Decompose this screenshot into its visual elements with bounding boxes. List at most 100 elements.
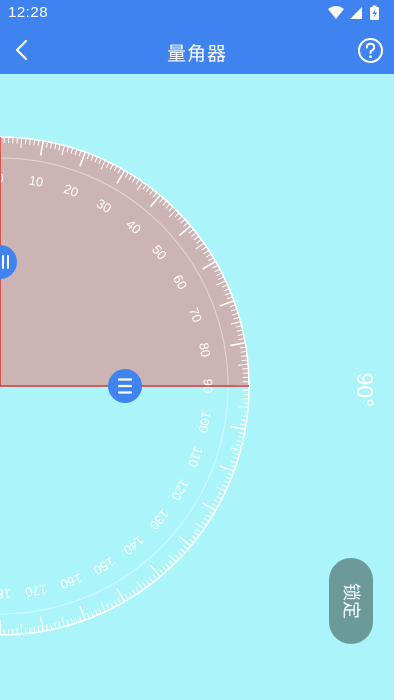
protractor-tick	[136, 581, 144, 591]
protractor-tick	[177, 551, 183, 557]
status-time: 12:28	[8, 4, 49, 21]
protractor-tick	[37, 625, 40, 632]
help-button[interactable]	[357, 37, 384, 64]
protractor-tick	[183, 545, 189, 550]
protractor-tick	[142, 582, 147, 588]
status-icons	[328, 5, 379, 20]
protractor-tick	[78, 615, 82, 622]
protractor-tick	[229, 464, 236, 468]
lock-button-label: 锁定	[341, 583, 361, 619]
protractor-tick	[135, 587, 140, 593]
arm-drag-handle[interactable]	[108, 369, 142, 403]
protractor-tick	[212, 503, 219, 508]
protractor-tick	[240, 419, 247, 422]
protractor-tick	[219, 465, 235, 472]
protractor-tick	[216, 486, 226, 492]
protractor-scale-label: 180	[0, 587, 11, 602]
protractor-tick	[106, 604, 110, 611]
protractor-tick	[168, 560, 174, 566]
protractor-tick	[233, 452, 240, 456]
protractor-tick	[218, 492, 225, 496]
protractor-tick	[145, 579, 151, 586]
protractor-tick	[109, 602, 114, 609]
protractor-tick	[239, 423, 246, 426]
protractor-tick	[201, 521, 207, 526]
protractor-tick	[86, 612, 90, 619]
protractor-tick	[237, 436, 244, 439]
protractor-tick	[241, 355, 248, 357]
protractor-tick	[29, 138, 31, 145]
protractor-tick	[214, 499, 221, 504]
protractor-tick	[45, 624, 48, 631]
wifi-icon	[328, 6, 344, 19]
protractor-scale-label: 10	[28, 173, 45, 190]
protractor-tick	[188, 538, 194, 544]
protractor-tick	[232, 456, 239, 460]
protractor-tick	[226, 472, 233, 476]
protractor-tick	[149, 577, 154, 583]
protractor-scale-label: 130	[147, 507, 172, 533]
protractor-tick	[24, 627, 27, 634]
protractor-tick	[208, 510, 214, 515]
protractor-tick	[241, 410, 248, 413]
protractor-tick	[168, 554, 177, 563]
protractor-tick	[98, 607, 102, 614]
battery-charging-icon	[370, 5, 379, 20]
protractor-tick	[203, 517, 210, 523]
protractor-tick	[58, 621, 61, 628]
protractor-tick	[221, 484, 228, 488]
protractor-tick	[223, 480, 230, 484]
protractor-scale-label: 120	[168, 477, 192, 503]
protractor-tick	[193, 531, 200, 537]
protractor-tick	[20, 624, 23, 635]
protractor-tick	[165, 563, 171, 569]
lock-button[interactable]: 锁定	[329, 558, 373, 644]
protractor-tick	[159, 569, 164, 575]
protractor-tick	[29, 627, 31, 634]
protractor-tick	[54, 622, 57, 629]
protractor-tick	[230, 425, 246, 430]
protractor-scale-label: 170	[24, 582, 48, 601]
protractor-tick	[180, 548, 186, 553]
protractor-tick	[230, 447, 241, 451]
protractor-tick	[124, 594, 129, 600]
protractor-tick	[79, 605, 86, 621]
protractor-tick	[195, 522, 205, 530]
protractor-tick	[205, 514, 212, 519]
protractor-tick	[100, 602, 106, 612]
protractor-tick	[50, 623, 53, 630]
protractor-tick	[61, 616, 65, 627]
protractor-tick	[66, 619, 70, 626]
protractor-tick	[241, 415, 248, 417]
status-bar: 12:28	[0, 0, 394, 26]
protractor-scale-label: 110	[185, 445, 206, 470]
protractor-tick	[238, 406, 249, 409]
protractor-tick	[74, 616, 78, 623]
question-circle-icon	[358, 38, 383, 63]
protractor-tick	[162, 566, 167, 572]
protractor-scale-label: 150	[91, 554, 117, 578]
angle-readout: 90°	[352, 372, 378, 408]
protractor-tick	[174, 554, 180, 560]
protractor-tick	[152, 574, 158, 580]
protractor-tick	[236, 440, 243, 443]
protractor-tick	[241, 359, 248, 362]
protractor-tick	[225, 476, 232, 480]
protractor-tick	[117, 598, 122, 605]
protractor-tick	[113, 600, 118, 607]
protractor-scale-label: 100	[196, 410, 215, 434]
protractor-tick	[39, 616, 44, 632]
protractor-tick	[178, 535, 192, 547]
protractor-tick	[131, 589, 137, 596]
protractor-tick	[235, 444, 242, 447]
app-bar: 量角器	[0, 26, 394, 74]
protractor-tick	[70, 618, 74, 625]
protractor-tick	[90, 611, 94, 618]
protractor-tick	[238, 431, 245, 434]
protractor-tick	[128, 591, 133, 598]
page-title: 量角器	[166, 44, 227, 65]
protractor-scale-label: 80	[196, 341, 213, 358]
protractor-scale-label: 160	[58, 571, 84, 593]
protractor-scale-label: 140	[121, 533, 147, 558]
protractor-tick	[196, 528, 202, 533]
